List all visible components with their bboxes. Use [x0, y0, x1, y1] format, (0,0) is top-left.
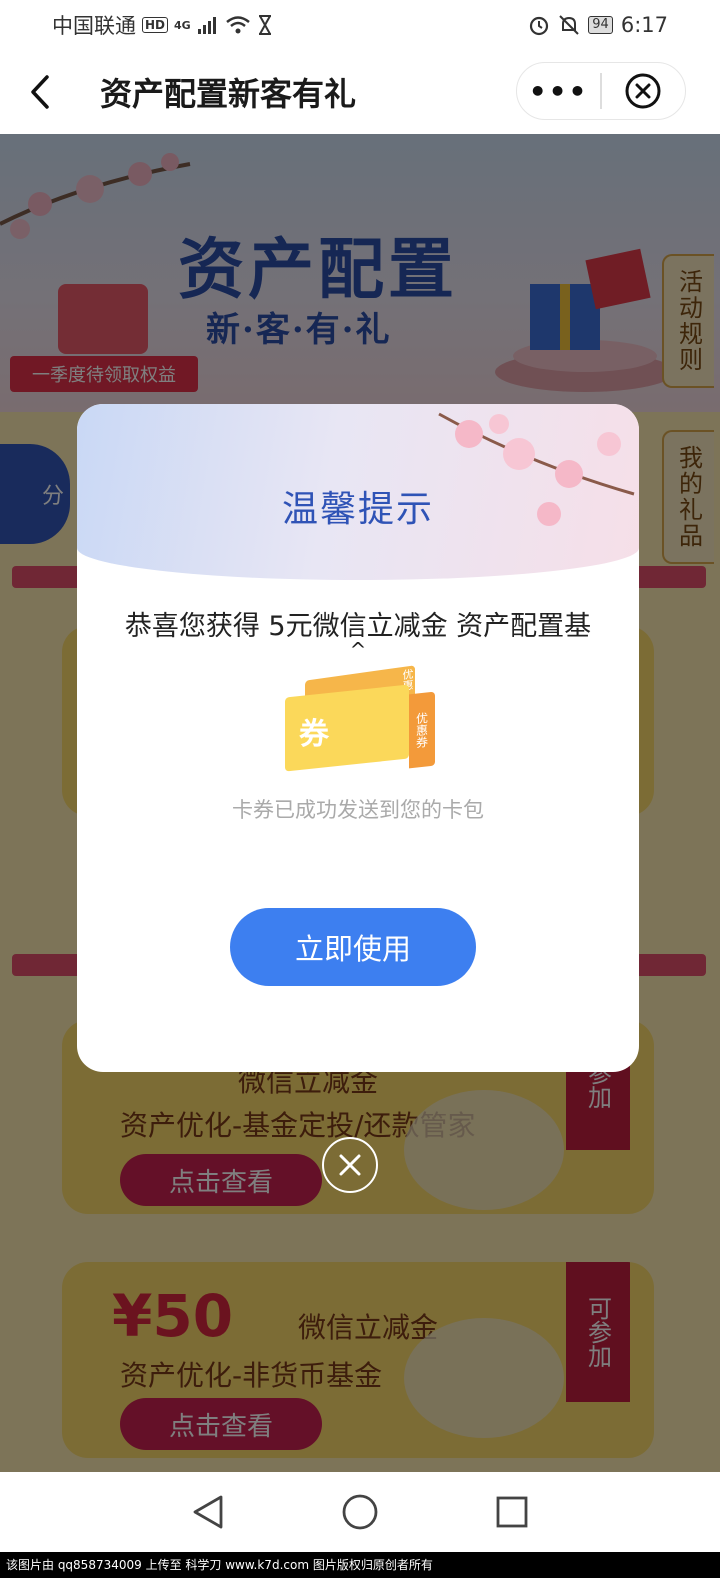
system-recents-button[interactable]	[436, 1472, 588, 1552]
modal-close-button[interactable]	[322, 1137, 378, 1193]
clock: 6:17	[620, 13, 668, 37]
modal-hint: 卡券已成功发送到您的卡包	[232, 798, 484, 822]
mini-program-nav-bar: 资产配置新客有礼 •••	[0, 50, 720, 134]
square-recents-icon	[496, 1496, 528, 1528]
status-left: 中国联通 HD 4G	[52, 10, 273, 40]
watermark-text: 该图片由 qq858734009 上传至 科学刀 www.k7d.com 图片版…	[0, 1552, 720, 1578]
modal-header: 温馨提示	[77, 404, 639, 580]
capsule-menu: •••	[516, 62, 686, 120]
hd-icon: HD	[142, 17, 169, 33]
status-bar: 中国联通 HD 4G 94 6:17	[0, 0, 720, 50]
back-button[interactable]	[0, 50, 80, 134]
system-home-button[interactable]	[284, 1472, 436, 1552]
modal-title: 温馨提示	[281, 489, 434, 530]
more-button[interactable]: •••	[517, 62, 600, 120]
close-circle-icon	[625, 73, 661, 109]
signal-icon	[197, 17, 216, 34]
carrier-label: 中国联通	[52, 14, 136, 38]
coupon-main-text: 券	[299, 717, 329, 752]
coupon-side-label: 优惠券	[409, 691, 435, 769]
notice-modal: 温馨提示 恭喜您获得 5元微信立减金 资产配置基 ^ 优惠 券 优惠券 卡券已成…	[77, 404, 639, 1072]
close-mini-program-button[interactable]	[602, 62, 685, 120]
page-title: 资产配置新客有礼	[100, 75, 357, 113]
chevron-left-icon	[31, 75, 49, 109]
battery-indicator: 94	[588, 16, 613, 34]
message-caret: ^	[349, 638, 367, 662]
network-type: 4G	[174, 18, 191, 32]
hourglass-icon	[258, 15, 271, 35]
circle-home-icon	[342, 1494, 378, 1530]
coupon-image: 优惠 券 优惠券	[285, 665, 435, 772]
triangle-back-icon	[193, 1495, 223, 1529]
mute-bell-icon	[559, 15, 579, 35]
alarm-icon	[530, 16, 549, 36]
system-back-button[interactable]	[132, 1472, 284, 1552]
wifi-icon	[225, 16, 250, 34]
use-now-button[interactable]: 立即使用	[230, 908, 476, 986]
status-right: 94 6:17	[528, 13, 668, 37]
system-nav-bar	[0, 1472, 720, 1552]
close-icon	[339, 1154, 361, 1176]
